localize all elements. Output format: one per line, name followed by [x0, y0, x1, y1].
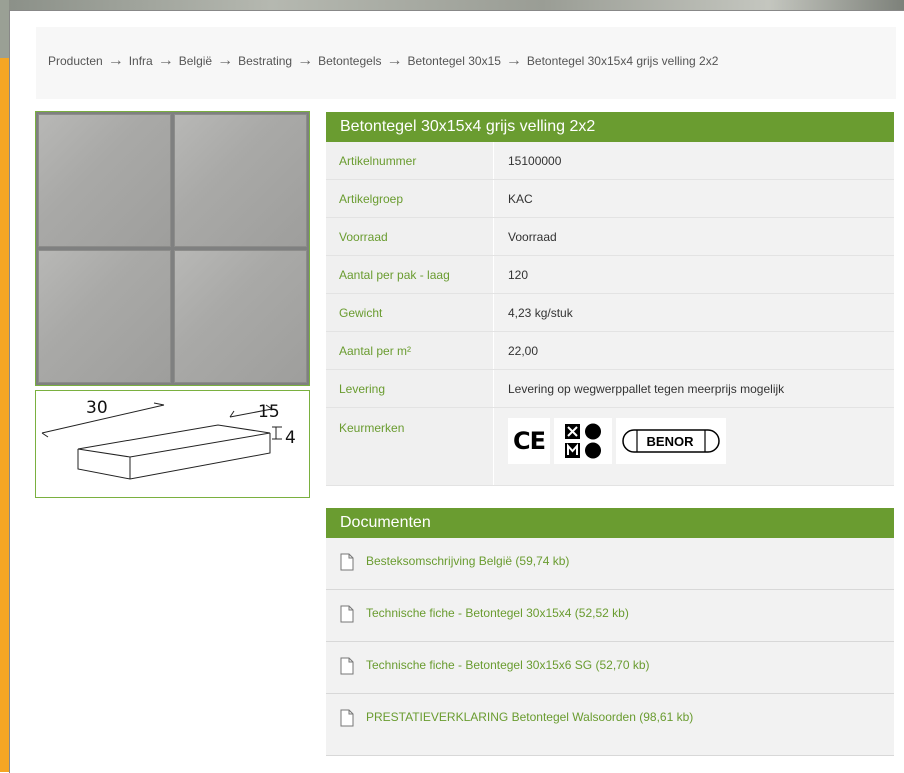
- breadcrumb-item-belgie[interactable]: België: [179, 54, 212, 68]
- drawing-length-label: 30: [86, 398, 108, 418]
- breadcrumb-item-bestrating[interactable]: Bestrating: [238, 54, 292, 68]
- certification-marks: CE BENOR: [508, 418, 894, 464]
- tile-top-left: [38, 114, 171, 247]
- spec-value: Voorraad: [494, 218, 894, 255]
- file-icon: [340, 709, 354, 727]
- document-link-label: PRESTATIEVERKLARING Betontegel Walsoorde…: [366, 710, 694, 724]
- documents-list: Besteksomschrijving België (59,74 kb) Te…: [326, 538, 894, 756]
- tile-top-right: [174, 114, 307, 247]
- arrow-right-icon: →: [297, 52, 314, 69]
- document-link-label: Technische fiche - Betontegel 30x15x4 (5…: [366, 606, 629, 620]
- spec-value: 15100000: [494, 142, 894, 179]
- spec-label: Aantal per pak - laag: [326, 256, 494, 293]
- arrow-right-icon: →: [157, 52, 174, 69]
- spec-row-certifications: Keurmerken CE BENOR: [326, 408, 894, 486]
- drawing-height-label: 4: [285, 428, 296, 448]
- benor-mark-icon: BENOR: [616, 418, 726, 464]
- document-link-label: Besteksomschrijving België (59,74 kb): [366, 554, 570, 568]
- file-icon: [340, 657, 354, 675]
- spec-value: KAC: [494, 180, 894, 217]
- spec-value: 120: [494, 256, 894, 293]
- document-link[interactable]: PRESTATIEVERKLARING Betontegel Walsoorde…: [326, 694, 894, 756]
- breadcrumb-item-betontegels[interactable]: Betontegels: [318, 54, 381, 68]
- technical-drawing: 30 15 4: [35, 390, 310, 498]
- left-accent-bar: [0, 0, 9, 772]
- breadcrumb-item-current: Betontegel 30x15x4 grijs velling 2x2: [526, 54, 719, 68]
- spec-value: 22,00: [494, 332, 894, 369]
- spec-row: Artikelnummer 15100000: [326, 142, 894, 180]
- document-link[interactable]: Besteksomschrijving België (59,74 kb): [326, 538, 894, 590]
- spec-table: Artikelnummer 15100000 Artikelgroep KAC …: [326, 142, 894, 486]
- arrow-right-icon: →: [386, 52, 403, 69]
- document-link[interactable]: Technische fiche - Betontegel 30x15x6 SG…: [326, 642, 894, 694]
- arrow-right-icon: →: [107, 52, 124, 69]
- spec-label: Aantal per m²: [326, 332, 494, 369]
- breadcrumb: Producten → Infra → België → Bestrating …: [48, 52, 719, 69]
- breadcrumb-bar: Producten → Infra → België → Bestrating …: [36, 27, 896, 99]
- documents-title: Documenten: [326, 508, 894, 538]
- spec-row: Aantal per m² 22,00: [326, 332, 894, 370]
- komo-mark-icon: [554, 418, 612, 464]
- document-link-label: Technische fiche - Betontegel 30x15x6 SG…: [366, 658, 650, 672]
- document-link[interactable]: Technische fiche - Betontegel 30x15x4 (5…: [326, 590, 894, 642]
- arrow-right-icon: →: [217, 52, 234, 69]
- spec-label: Levering: [326, 370, 494, 407]
- tile-dimension-drawing: 30 15 4: [41, 398, 296, 480]
- tile-bottom-right: [174, 250, 307, 383]
- breadcrumb-item-producten[interactable]: Producten: [48, 54, 103, 68]
- product-photo[interactable]: [35, 111, 310, 386]
- ce-mark-icon: CE: [508, 418, 550, 464]
- spec-value: 4,23 kg/stuk: [494, 294, 894, 331]
- spec-label: Voorraad: [326, 218, 494, 255]
- spec-label: Gewicht: [326, 294, 494, 331]
- spec-row: Artikelgroep KAC: [326, 180, 894, 218]
- arrow-right-icon: →: [505, 52, 522, 69]
- spec-label: Artikelgroep: [326, 180, 494, 217]
- file-icon: [340, 605, 354, 623]
- header-background-strip: [0, 0, 904, 10]
- spec-value-certifications: CE BENOR: [494, 408, 894, 485]
- breadcrumb-item-infra[interactable]: Infra: [129, 54, 153, 68]
- drawing-width-label: 15: [258, 402, 280, 422]
- spec-row: Levering Levering op wegwerppallet tegen…: [326, 370, 894, 408]
- spec-label: Keurmerken: [326, 408, 494, 485]
- spec-row: Voorraad Voorraad: [326, 218, 894, 256]
- file-icon: [340, 553, 354, 571]
- product-title: Betontegel 30x15x4 grijs velling 2x2: [326, 112, 894, 142]
- spec-row: Aantal per pak - laag 120: [326, 256, 894, 294]
- spec-label: Artikelnummer: [326, 142, 494, 179]
- spec-value: Levering op wegwerppallet tegen meerprij…: [494, 370, 894, 407]
- spec-row: Gewicht 4,23 kg/stuk: [326, 294, 894, 332]
- tile-bottom-left: [38, 250, 171, 383]
- breadcrumb-item-betontegel-30x15[interactable]: Betontegel 30x15: [408, 54, 501, 68]
